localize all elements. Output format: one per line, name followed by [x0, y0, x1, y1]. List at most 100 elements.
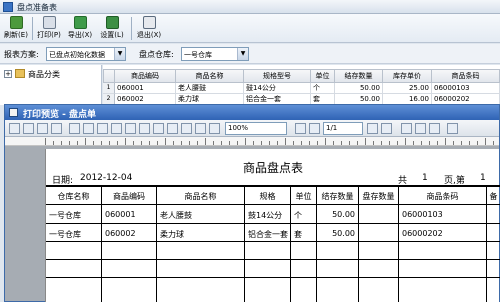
column-rule: [290, 185, 291, 302]
save-icon[interactable]: [37, 123, 48, 134]
report-cell: 鼓14公分: [248, 211, 283, 220]
ruler-tick: [461, 141, 462, 145]
row-number[interactable]: 1: [103, 83, 115, 94]
expand-icon[interactable]: +: [4, 70, 12, 78]
page-icon[interactable]: [429, 123, 440, 134]
table-rule: [46, 185, 500, 187]
report-cell: 柔力球: [160, 230, 184, 239]
ruler-tick: [101, 141, 102, 145]
grid-cell[interactable]: 鼓14公分: [244, 83, 311, 94]
report-cell: 一号仓库: [49, 211, 81, 220]
folder-icon: [15, 69, 25, 78]
window-title: 盘点准备表: [17, 3, 57, 12]
ruler-tick: [485, 138, 486, 145]
first-page-icon[interactable]: [295, 123, 306, 134]
column-rule: [156, 185, 157, 302]
grid-cell[interactable]: 06000103: [432, 83, 500, 94]
report-column-header: 备: [489, 192, 498, 201]
exit-door-icon: [142, 16, 156, 29]
preview-titlebar[interactable]: 打印预览 - 盘点单: [5, 105, 499, 120]
zoom-select[interactable]: 100%: [225, 122, 287, 135]
toolbar-separator: [131, 17, 132, 40]
table-icon[interactable]: [111, 123, 122, 134]
ruler-tick: [77, 141, 78, 145]
column-header[interactable]: 库存单价: [383, 69, 432, 83]
table-rule: [46, 241, 500, 242]
ruler-tick: [157, 141, 158, 145]
print-preview-window: 打印预览 - 盘点单 100% 1/1 商品盘点表 日期: 2012-12-04…: [4, 104, 500, 302]
report-cell: 一号仓库: [49, 230, 81, 239]
ruler-tick: [365, 138, 366, 145]
next-page-icon[interactable]: [367, 123, 378, 134]
printer-icon: [9, 108, 18, 117]
settings-button[interactable]: 设置(L): [98, 16, 126, 41]
last-page-icon[interactable]: [381, 123, 392, 134]
exit-button[interactable]: 退出(X): [135, 16, 163, 41]
find-icon[interactable]: [181, 123, 192, 134]
column-header[interactable]: 商品条码: [432, 69, 500, 83]
ruler-tick: [133, 141, 134, 145]
page-setup-icon[interactable]: [167, 123, 178, 134]
ruler-tick: [213, 141, 214, 145]
prev-page-icon[interactable]: [309, 123, 320, 134]
grid-cell[interactable]: 060001: [115, 83, 176, 94]
grid-icon[interactable]: [153, 123, 164, 134]
app-icon: [3, 2, 13, 12]
column-rule: [101, 185, 102, 302]
grid-cell[interactable]: 25.00: [383, 83, 432, 94]
ruler-tick: [445, 138, 446, 145]
column-header[interactable]: 规格型号: [244, 69, 311, 83]
page-number-input[interactable]: 1/1: [323, 122, 363, 135]
ruler-tick: [53, 141, 54, 145]
ruler-tick: [373, 141, 374, 145]
table-rule: [46, 259, 500, 260]
page-width-icon[interactable]: [83, 123, 94, 134]
report-column-header: 商品条码: [426, 192, 459, 201]
grid-cell[interactable]: 50.00: [335, 83, 383, 94]
export-button[interactable]: 导出(X): [66, 16, 94, 41]
print-icon[interactable]: [9, 123, 20, 134]
ruler-tick: [93, 141, 94, 145]
page-icon[interactable]: [415, 123, 426, 134]
page-setup-icon[interactable]: [23, 123, 34, 134]
print-button[interactable]: 打印(P): [36, 16, 62, 41]
ruler-tick: [221, 141, 222, 145]
help-icon[interactable]: [401, 123, 412, 134]
ruler-tick: [245, 138, 246, 145]
plan-label: 报表方案:: [4, 50, 39, 59]
page-icon[interactable]: [69, 123, 80, 134]
warehouse-select[interactable]: 一号仓库 ▼: [181, 47, 249, 61]
toolbar: 刷新(E) 打印(P) 导出(X) 设置(L) 退出(X): [0, 14, 500, 43]
toolbar-separator: [32, 17, 33, 40]
report-plan-select[interactable]: 已盘点初始化数据 ▼: [46, 47, 126, 61]
properties-icon[interactable]: [209, 123, 220, 134]
column-header[interactable]: 结存数量: [335, 69, 383, 83]
column-header[interactable]: 商品编码: [115, 69, 176, 83]
column-header[interactable]: 单位: [311, 69, 335, 83]
chevron-down-icon[interactable]: ▼: [114, 48, 125, 60]
tools-icon[interactable]: [51, 123, 62, 134]
column-header[interactable]: 商品名称: [176, 69, 244, 83]
close-icon[interactable]: [447, 123, 458, 134]
ruler-tick: [453, 141, 454, 145]
text-icon[interactable]: [97, 123, 108, 134]
ruler-tick: [493, 141, 494, 145]
grid-cell[interactable]: 老人腰鼓: [176, 83, 244, 94]
ruler-tick: [285, 138, 286, 145]
ruler-tick: [173, 141, 174, 145]
preview-toolbar: 100% 1/1: [5, 120, 499, 137]
chevron-down-icon[interactable]: ▼: [237, 48, 248, 60]
refresh-button[interactable]: 刷新(E): [3, 16, 29, 41]
ruler-tick: [237, 141, 238, 145]
ruler-tick: [397, 141, 398, 145]
image-icon[interactable]: [125, 123, 136, 134]
table-rule: [46, 277, 500, 278]
chart-icon[interactable]: [139, 123, 150, 134]
grid-cell[interactable]: 个: [311, 83, 335, 94]
report-date: 2012-12-04: [80, 173, 133, 183]
zoom-icon[interactable]: [195, 123, 206, 134]
tree-item-category[interactable]: 商品分类: [28, 69, 60, 80]
stock-grid: 商品编码 商品名称 规格型号 单位 结存数量 库存单价 商品条码 1 06000…: [103, 65, 500, 105]
ruler-tick: [117, 141, 118, 145]
report-column-header: 商品名称: [184, 192, 217, 201]
